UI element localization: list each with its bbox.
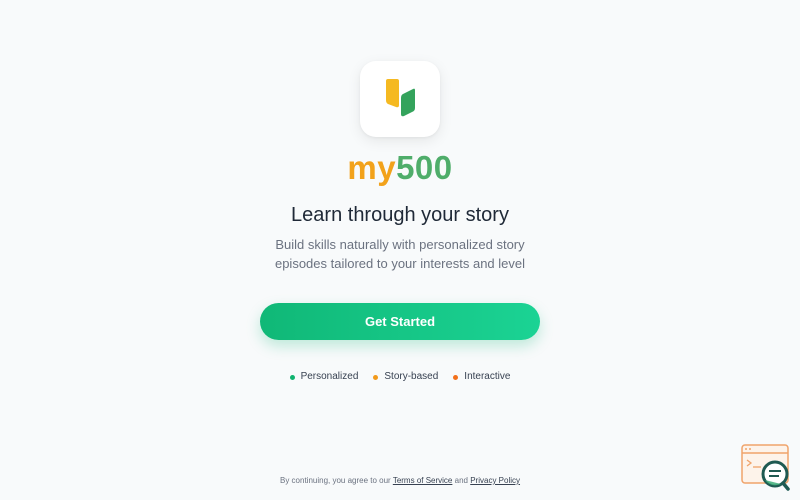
- brand-wordmark: my500: [0, 148, 800, 188]
- footer-prefix: By continuing, you agree to our: [279, 476, 391, 485]
- terms-of-service-link[interactable]: Terms of Service: [393, 476, 453, 485]
- feature-interactive: Interactive: [453, 370, 510, 384]
- feature-story-based: Story-based: [373, 370, 438, 384]
- feature-label: Story-based: [384, 371, 439, 382]
- feature-dot-icon: [453, 374, 459, 380]
- brand-prefix: my: [347, 149, 397, 186]
- onboarding-page: my500 Learn through your story Build ski…: [0, 0, 800, 500]
- get-started-button[interactable]: Get Started: [260, 303, 540, 340]
- help-widget-button[interactable]: [741, 444, 791, 492]
- feature-dot-icon: [373, 374, 379, 380]
- brand-number: 500: [396, 149, 453, 186]
- page-headline: Learn through your story: [291, 204, 509, 226]
- app-logo: [360, 61, 440, 137]
- page-subtext: Build skills naturally with personalized…: [274, 237, 526, 271]
- feature-personalized: Personalized: [289, 370, 359, 384]
- feature-label: Interactive: [464, 371, 511, 382]
- privacy-policy-link[interactable]: Privacy Policy: [470, 476, 520, 485]
- chat-search-icon: [741, 444, 790, 491]
- footer-and: and: [454, 476, 468, 485]
- legal-footer: By continuing, you agree to our Terms of…: [0, 475, 800, 487]
- feature-dot-icon: [289, 374, 295, 380]
- feature-label: Personalized: [300, 371, 359, 382]
- leaf-logo-icon: [386, 79, 415, 117]
- feature-list: Personalized Story-based Interactive: [0, 370, 800, 384]
